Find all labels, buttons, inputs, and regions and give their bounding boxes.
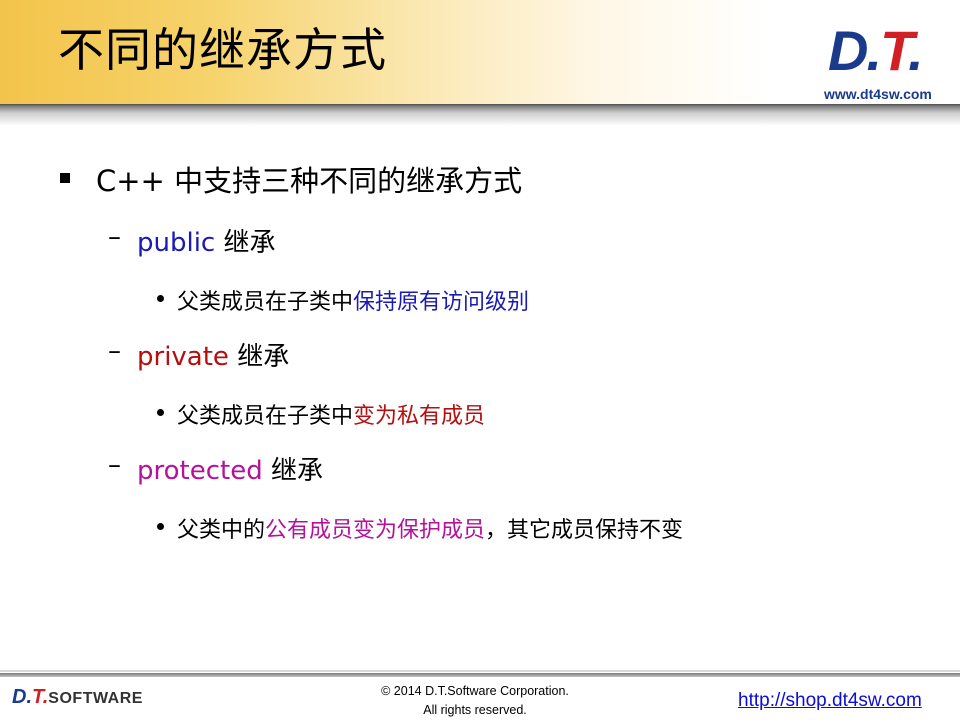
title-divider [0, 104, 960, 126]
slide-title: 不同的继承方式 [58, 23, 387, 77]
protected-bullet: protected 继承 [137, 450, 323, 487]
footer-divider [0, 670, 960, 672]
dot-bullet-icon [157, 409, 164, 416]
logo-url: www.dt4sw.com [824, 86, 932, 102]
dt-logo: D.T. [828, 22, 948, 80]
protected-keyword: protected [137, 456, 263, 486]
dash-bullet-icon: – [108, 222, 121, 252]
footer-logo-t: T. [32, 686, 49, 708]
dash-bullet-icon: – [108, 450, 121, 480]
public-bullet: public 继承 [137, 222, 276, 259]
public-suffix: 继承 [215, 228, 276, 258]
private-desc-highlight: 变为私有成员 [353, 404, 486, 429]
shop-link[interactable]: http://shop.dt4sw.com [738, 690, 922, 712]
logo-letter-t: T [880, 19, 910, 82]
logo-dot-end: . [908, 19, 924, 82]
dot-bullet-icon [157, 523, 164, 530]
private-desc-plain: 父类成员在子类中 [177, 404, 354, 429]
footer-logo: D.T.SOFTWARE [12, 686, 143, 709]
private-keyword: private [137, 342, 229, 372]
private-bullet: private 继承 [137, 336, 289, 373]
footer-logo-software: SOFTWARE [48, 690, 143, 707]
public-desc-plain: 父类成员在子类中 [177, 290, 354, 315]
footer-divider-shadow [0, 673, 960, 677]
protected-desc-highlight: 公有成员变为保护成员 [265, 518, 486, 543]
logo-dot: . [866, 19, 882, 82]
public-desc-highlight: 保持原有访问级别 [353, 290, 530, 315]
logo-letter-d: D [828, 19, 868, 82]
copyright-line-2: All rights reserved. [423, 703, 527, 717]
copyright: © 2014 D.T.Software Corporation. All rig… [340, 682, 610, 720]
protected-desc-plain: 父类中的 [177, 518, 266, 543]
dash-bullet-icon: – [108, 336, 121, 366]
protected-desc: 父类中的公有成员变为保护成员，其它成员保持不变 [177, 512, 683, 544]
dot-bullet-icon [157, 295, 164, 302]
main-bullet-text: C++ 中支持三种不同的继承方式 [96, 164, 523, 198]
public-keyword: public [137, 228, 216, 258]
public-desc: 父类成员在子类中保持原有访问级别 [177, 284, 529, 316]
square-bullet-icon [60, 173, 70, 183]
footer-logo-d: D. [12, 686, 32, 708]
protected-suffix: 继承 [262, 456, 323, 486]
private-suffix: 继承 [228, 342, 290, 372]
protected-desc-tail: ，其它成员保持不变 [485, 518, 684, 543]
private-desc: 父类成员在子类中变为私有成员 [177, 398, 485, 430]
copyright-line-1: © 2014 D.T.Software Corporation. [381, 684, 569, 698]
